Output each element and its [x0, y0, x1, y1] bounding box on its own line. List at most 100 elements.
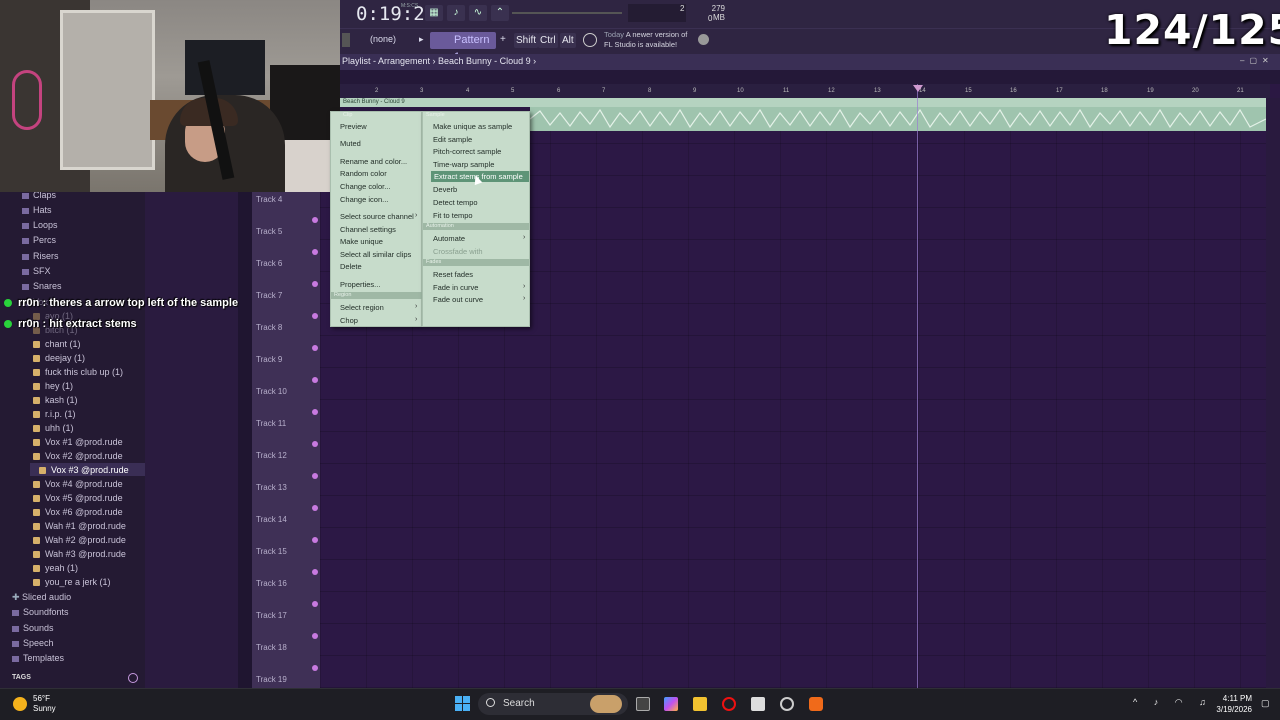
menu-item-channel-settings[interactable]: Channel settings [340, 225, 396, 234]
browser-folder[interactable]: ✚ Sliced audio [12, 592, 71, 603]
track-label[interactable]: Track 18 [256, 643, 287, 652]
track-label[interactable]: Track 16 [256, 579, 287, 588]
window-controls[interactable]: –▢✕ [1240, 56, 1274, 65]
track-label[interactable]: Track 14 [256, 515, 287, 524]
master-pitch-slider[interactable] [512, 12, 622, 14]
copilot-icon[interactable] [664, 697, 678, 711]
channel-select[interactable]: (none) [370, 34, 396, 44]
globe-icon[interactable] [698, 34, 709, 45]
menu-item-fit-to-tempo[interactable]: Fit to tempo [433, 211, 473, 220]
piano-icon[interactable]: ▦ [425, 5, 443, 21]
steam-icon[interactable] [780, 697, 794, 711]
menu-item-detect-tempo[interactable]: Detect tempo [433, 198, 478, 207]
browser-file[interactable]: Vox #2 @prod.rude [33, 451, 123, 461]
menu-item-fade-out-curve[interactable]: Fade out curve [433, 295, 483, 304]
audio-clip-header[interactable]: Beach Bunny - Cloud 9 [340, 98, 1266, 107]
track-label[interactable]: Track 19 [256, 675, 287, 684]
playhead-marker[interactable] [913, 85, 923, 92]
time-ruler[interactable] [330, 84, 1270, 98]
browser-folder[interactable]: Sounds [12, 623, 54, 633]
track-label[interactable]: Track 8 [256, 323, 282, 332]
track-mute-led[interactable] [312, 217, 318, 223]
browser-file[interactable]: Vox #4 @prod.rude [33, 479, 123, 489]
menu-item-muted[interactable]: Muted [340, 139, 361, 148]
menu-item-rename[interactable]: Rename and color... [340, 157, 407, 166]
shift-key-button[interactable]: Shift [514, 33, 539, 48]
menu-item-random-color[interactable]: Random color [340, 169, 387, 178]
track-label[interactable]: Track 5 [256, 227, 282, 236]
news-panel[interactable]: Today A newer version of FL Studio is av… [604, 30, 687, 50]
browser-folder[interactable]: Risers [22, 251, 59, 261]
news-icon[interactable] [583, 33, 597, 47]
browser-folder[interactable]: Templates [12, 653, 64, 663]
menu-item-properties[interactable]: Properties... [340, 280, 380, 289]
browser-folder[interactable]: Percs [22, 235, 56, 245]
browser-file[interactable]: yeah (1) [33, 563, 78, 573]
wait-icon[interactable]: ∿ [469, 5, 487, 21]
browser-file[interactable]: you_re a jerk (1) [33, 577, 111, 587]
fl-studio-icon[interactable] [809, 697, 823, 711]
menu-item-select-region[interactable]: Select region [340, 303, 384, 312]
track-mute-led[interactable] [312, 249, 318, 255]
menu-item-chop[interactable]: Chop [340, 316, 358, 325]
ctrl-key-button[interactable]: Ctrl [538, 33, 558, 48]
track-mute-led[interactable] [312, 665, 318, 671]
track-label[interactable]: Track 13 [256, 483, 287, 492]
track-mute-led[interactable] [312, 633, 318, 639]
browser-scrollbar[interactable] [238, 192, 252, 688]
browser-file-selected[interactable]: Vox #3 @prod.rude [39, 465, 129, 475]
browser-folder[interactable]: Speech [12, 638, 54, 648]
add-pattern-icon[interactable]: + [500, 34, 506, 45]
weather-widget[interactable]: 56°F Sunny [33, 694, 56, 714]
browser-file[interactable]: kash (1) [33, 395, 78, 405]
browser-file[interactable]: Wah #3 @prod.rude [33, 549, 126, 559]
browser-file[interactable]: Vox #1 @prod.rude [33, 437, 123, 447]
track-mute-led[interactable] [312, 537, 318, 543]
browser-file[interactable]: Vox #5 @prod.rude [33, 493, 123, 503]
playlist-vertical-scroll[interactable] [1266, 98, 1280, 688]
menu-item-delete[interactable]: Delete [340, 262, 362, 271]
track-mute-led[interactable] [312, 345, 318, 351]
typing-keyboard-icon[interactable]: ♪ [447, 5, 465, 21]
tags-label[interactable]: TAGS [12, 674, 31, 681]
browser-file[interactable]: Vox #6 @prod.rude [33, 507, 123, 517]
menu-item-edit-sample[interactable]: Edit sample [433, 135, 472, 144]
track-label[interactable]: Track 15 [256, 547, 287, 556]
track-label[interactable]: Track 4 [256, 195, 282, 204]
windows-start-icon[interactable] [455, 696, 470, 711]
menu-item-fade-in-curve[interactable]: Fade in curve [433, 283, 478, 292]
browser-search-icon[interactable] [128, 673, 138, 683]
track-mute-led[interactable] [312, 473, 318, 479]
browser-folder[interactable]: SFX [22, 266, 51, 276]
browser-file[interactable]: Wah #1 @prod.rude [33, 521, 126, 531]
pattern-selector[interactable]: Pattern 1 [430, 32, 496, 63]
snap-icon[interactable] [342, 33, 350, 47]
track-label[interactable]: Track 10 [256, 387, 287, 396]
menu-item-make-unique[interactable]: Make unique [340, 237, 383, 246]
track-mute-led[interactable] [312, 409, 318, 415]
menu-item-automate[interactable]: Automate [433, 234, 465, 243]
file-explorer-icon[interactable] [693, 697, 707, 711]
track-label[interactable]: Track 12 [256, 451, 287, 460]
track-label[interactable]: Track 7 [256, 291, 282, 300]
opera-icon[interactable] [722, 697, 736, 711]
menu-item-preview[interactable]: Preview [340, 122, 367, 131]
playlist-horizontal-scroll[interactable] [340, 70, 1280, 84]
menu-item-deverb[interactable]: Deverb [433, 185, 457, 194]
track-mute-led[interactable] [312, 601, 318, 607]
track-label[interactable]: Track 9 [256, 355, 282, 364]
track-mute-led[interactable] [312, 441, 318, 447]
browser-folder[interactable]: Snares [22, 281, 62, 291]
browser-file[interactable]: fuck this club up (1) [33, 367, 123, 377]
track-label[interactable]: Track 17 [256, 611, 287, 620]
track-label[interactable]: Track 6 [256, 259, 282, 268]
browser-file[interactable]: Wah #2 @prod.rude [33, 535, 126, 545]
audio-clip-waveform[interactable] [529, 107, 1267, 131]
sun-icon[interactable] [13, 697, 27, 711]
metronome-icon[interactable]: ⌃ [491, 5, 509, 21]
menu-item-make-unique-sample[interactable]: Make unique as sample [433, 122, 512, 131]
menu-item-time-warp[interactable]: Time-warp sample [433, 160, 494, 169]
browser-file[interactable]: deejay (1) [33, 353, 85, 363]
track-mute-led[interactable] [312, 377, 318, 383]
browser-folder[interactable]: Hats [22, 205, 52, 215]
